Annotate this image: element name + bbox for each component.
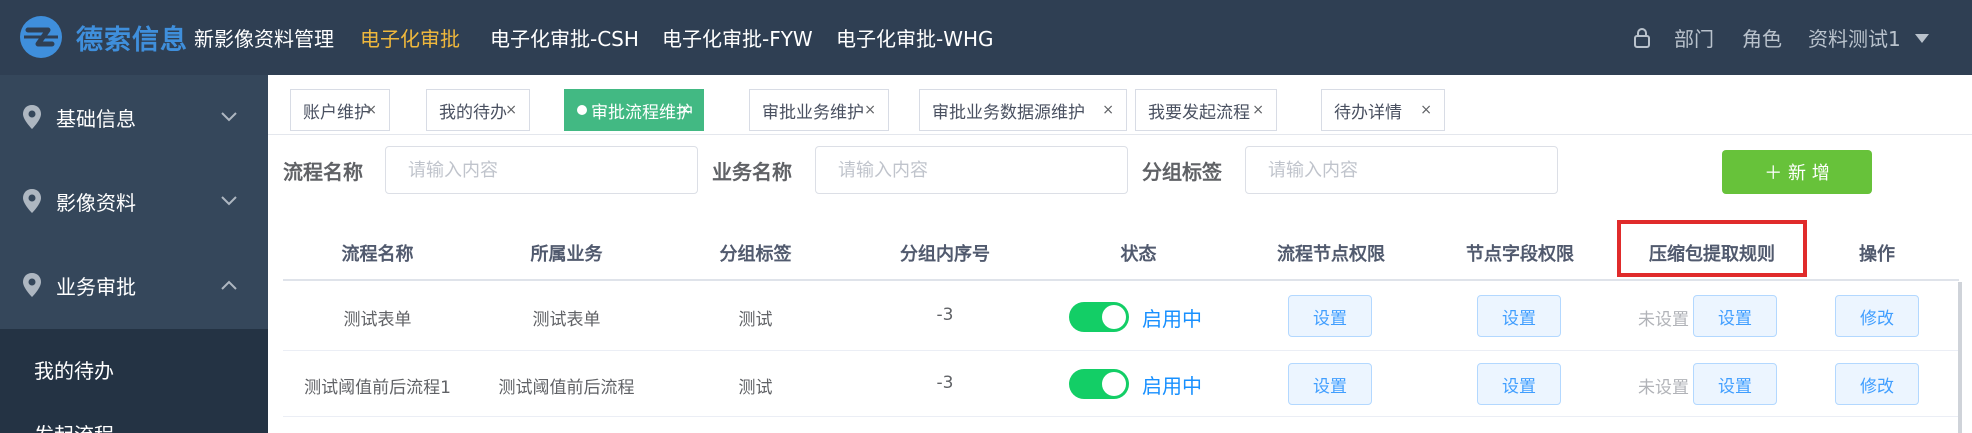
- edit-button[interactable]: 修改: [1835, 295, 1919, 337]
- col-header-node-permission: 流程节点权限: [1277, 244, 1385, 265]
- group-tag-label: 分组标签: [1142, 160, 1222, 184]
- field-permission-set-button[interactable]: 设置: [1477, 295, 1561, 337]
- chevron-down-icon: [221, 112, 237, 122]
- chevron-down-icon: [221, 196, 237, 206]
- col-header-group-order: 分组内序号: [900, 244, 990, 265]
- row-divider: [283, 416, 1959, 417]
- role-menu[interactable]: 角色: [1742, 0, 1782, 75]
- sidebar: 基础信息 影像资料 业务审批 我的待办 发起流程: [0, 75, 268, 433]
- chevron-up-icon: [221, 280, 237, 290]
- field-permission-set-button[interactable]: 设置: [1477, 363, 1561, 405]
- cell-business: 测试表单: [532, 310, 601, 330]
- tab-account-maintenance[interactable]: 账户维护 ×: [290, 89, 390, 131]
- sidebar-group-label: 业务审批: [56, 274, 136, 299]
- sidebar-item-start-process[interactable]: 发起流程: [34, 419, 114, 433]
- cell-business: 测试阈值前后流程: [498, 378, 635, 398]
- col-header-business: 所属业务: [530, 244, 603, 265]
- active-dot-icon: [577, 105, 587, 115]
- col-header-actions: 操作: [1859, 244, 1895, 265]
- logo: 德索信息: [18, 14, 188, 60]
- edit-button[interactable]: 修改: [1835, 363, 1919, 405]
- zip-rule-set-button[interactable]: 设置: [1693, 363, 1777, 405]
- cell-group-tag: 测试: [738, 378, 773, 398]
- location-pin-icon: [23, 273, 41, 297]
- cell-group-order: -3: [936, 373, 954, 393]
- add-button[interactable]: ＋ 新 增: [1722, 150, 1872, 194]
- sidebar-item-my-todo[interactable]: 我的待办: [34, 355, 114, 384]
- close-icon[interactable]: ×: [1252, 102, 1264, 118]
- col-header-status: 状态: [1120, 244, 1157, 265]
- tab-todo-detail[interactable]: 待办详情 ×: [1321, 89, 1445, 131]
- cell-flow-name: 测试表单: [343, 310, 412, 330]
- top-navbar: 德索信息 新影像资料管理 电子化审批 电子化审批-CSH 电子化审批-FYW 电…: [0, 0, 1972, 75]
- dept-menu[interactable]: 部门: [1674, 0, 1714, 75]
- tab-my-todo[interactable]: 我的待办 ×: [426, 89, 530, 131]
- nav-item-e-approval-csh[interactable]: 电子化审批-CSH: [490, 0, 639, 75]
- close-icon[interactable]: ×: [505, 102, 517, 118]
- nav-item-e-approval[interactable]: 电子化审批: [360, 0, 460, 75]
- sidebar-submenu: 我的待办 发起流程: [0, 329, 268, 433]
- location-pin-icon: [23, 189, 41, 213]
- cell-group-tag: 测试: [738, 310, 773, 330]
- zip-rule-set-button[interactable]: 设置: [1693, 295, 1777, 337]
- node-permission-set-button[interactable]: 设置: [1288, 363, 1372, 405]
- tab-business-datasource-maintenance[interactable]: 审批业务数据源维护 ×: [919, 89, 1127, 131]
- node-permission-set-button[interactable]: 设置: [1288, 295, 1372, 337]
- sidebar-group-label: 基础信息: [56, 106, 136, 131]
- col-header-flow-name: 流程名称: [341, 244, 414, 265]
- sidebar-group-basic-info[interactable]: 基础信息: [0, 75, 268, 159]
- zip-rule-status: 未设置: [1638, 378, 1689, 398]
- sidebar-group-business-approval[interactable]: 业务审批: [0, 243, 268, 327]
- switch-knob: [1102, 372, 1126, 396]
- col-header-group-tag: 分组标签: [719, 244, 792, 265]
- lock-icon[interactable]: [1634, 28, 1650, 48]
- col-header-field-permission: 节点字段权限: [1466, 244, 1574, 265]
- flow-name-label: 流程名称: [283, 160, 363, 184]
- switch-knob: [1102, 305, 1126, 329]
- nav-item-e-approval-whg[interactable]: 电子化审批-WHG: [836, 0, 994, 75]
- tab-start-my-process[interactable]: 我要发起流程 ×: [1135, 89, 1277, 131]
- nav-item-image-management[interactable]: 新影像资料管理: [194, 0, 334, 75]
- logo-icon: [20, 16, 62, 58]
- close-icon[interactable]: ×: [365, 102, 377, 118]
- tab-label: 审批业务维护: [762, 102, 864, 123]
- close-icon[interactable]: ×: [1420, 102, 1432, 118]
- status-text: 启用中: [1142, 307, 1202, 331]
- flow-name-input[interactable]: [385, 146, 698, 194]
- logo-text: 德索信息: [76, 24, 188, 56]
- nav-item-e-approval-fyw[interactable]: 电子化审批-FYW: [662, 0, 813, 75]
- status-switch[interactable]: [1069, 302, 1129, 332]
- caret-down-icon[interactable]: [1915, 34, 1929, 43]
- close-icon[interactable]: ×: [679, 102, 691, 118]
- tab-approval-flow-maintenance[interactable]: 审批流程维护 ×: [564, 89, 704, 131]
- tab-label: 我的待办: [439, 102, 507, 123]
- tab-label: 审批业务数据源维护: [932, 102, 1085, 123]
- table-scrollbar[interactable]: [1958, 282, 1962, 433]
- table-header-divider: [283, 279, 1959, 281]
- cell-group-order: -3: [936, 305, 954, 325]
- user-menu[interactable]: 资料测试1: [1808, 0, 1901, 75]
- business-name-label: 业务名称: [712, 160, 792, 184]
- tab-approval-business-maintenance[interactable]: 审批业务维护 ×: [749, 89, 889, 131]
- sidebar-group-image-data[interactable]: 影像资料: [0, 159, 268, 243]
- highlight-annotation: [1617, 220, 1807, 277]
- row-divider: [283, 350, 1959, 351]
- tab-label: 待办详情: [1334, 102, 1402, 123]
- sidebar-group-label: 影像资料: [56, 190, 136, 215]
- tab-label: 审批流程维护: [591, 102, 693, 123]
- tab-label: 我要发起流程: [1148, 102, 1250, 123]
- status-text: 启用中: [1142, 374, 1202, 398]
- status-switch[interactable]: [1069, 369, 1129, 399]
- zip-rule-status: 未设置: [1638, 310, 1689, 330]
- cell-flow-name: 测试阈值前后流程1: [304, 378, 451, 398]
- location-pin-icon: [23, 105, 41, 129]
- close-icon[interactable]: ×: [1102, 102, 1114, 118]
- tabs-bar: 账户维护 × 我的待办 × 审批流程维护 × 审批业务维护 × 审批业务数据源维…: [268, 75, 1972, 135]
- group-tag-input[interactable]: [1245, 146, 1558, 194]
- business-name-input[interactable]: [815, 146, 1128, 194]
- close-icon[interactable]: ×: [864, 102, 876, 118]
- tab-label: 账户维护: [303, 102, 371, 123]
